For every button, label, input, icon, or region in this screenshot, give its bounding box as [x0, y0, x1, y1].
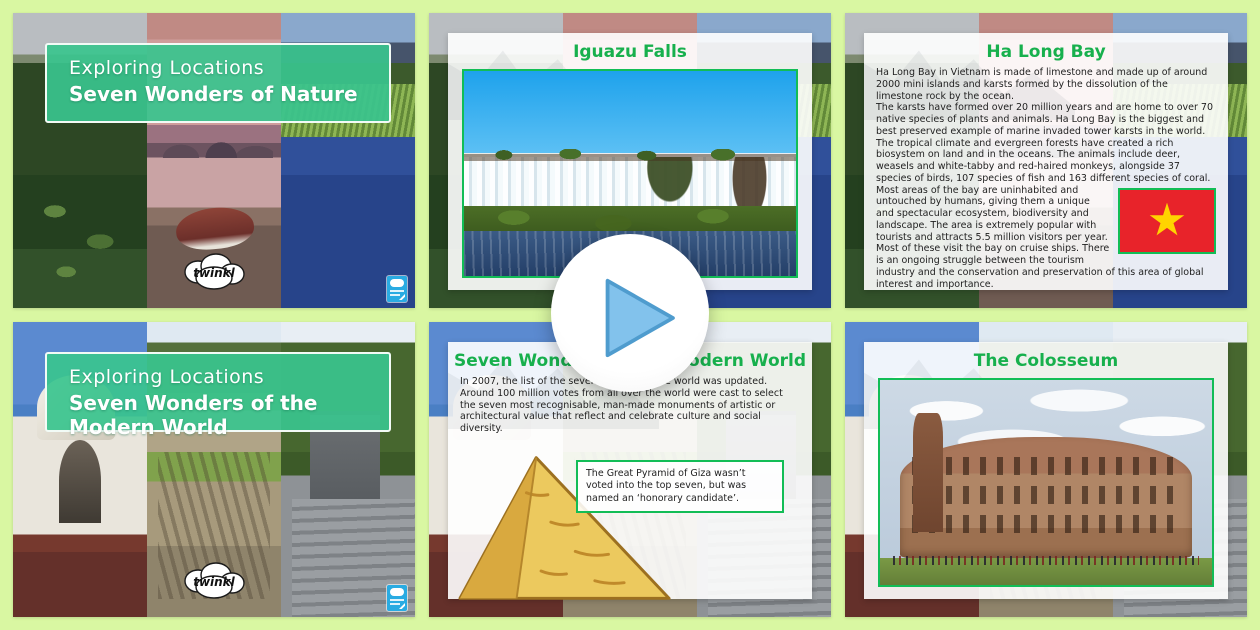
- slide-title: Ha Long Bay: [864, 42, 1228, 62]
- twinkl-cloud-logo: twinkl: [178, 250, 250, 294]
- title-banner: Exploring Locations Seven Wonders of Nat…: [45, 43, 391, 123]
- twinkl-logo-text: twinkl: [193, 266, 235, 280]
- slide-thumbnail-colosseum: The Colosseum: [845, 322, 1247, 617]
- resource-preview-canvas: Exploring Locations Seven Wonders of Nat…: [0, 0, 1260, 630]
- boat-shape: [175, 204, 257, 253]
- paragraph: The karsts have formed over 20 million y…: [876, 102, 1216, 137]
- paragraph: Ha Long Bay in Vietnam is made of limest…: [876, 67, 1216, 102]
- tourist-crowd: [893, 556, 1198, 564]
- slide-title: The Colosseum: [864, 351, 1228, 371]
- play-icon: [603, 276, 679, 360]
- banner-eyebrow: Exploring Locations: [69, 366, 389, 388]
- slide-thumbnail-modern-title: Exploring Locations Seven Wonders of the…: [13, 322, 415, 617]
- colosseum-photo: [880, 380, 1212, 585]
- title-banner: Exploring Locations Seven Wonders of the…: [45, 352, 391, 432]
- play-button[interactable]: [551, 234, 709, 392]
- star-icon: [1149, 203, 1185, 239]
- slide-card: Ha Long Bay Ha Long Bay in Vietnam is ma…: [864, 33, 1228, 290]
- slide-title: Iguazu Falls: [448, 42, 812, 62]
- slide-card: The Colosseum: [864, 342, 1228, 599]
- slide-thumbnail-nature-title: Exploring Locations Seven Wonders of Nat…: [13, 13, 415, 308]
- twinkl-cloud-logo: twinkl: [178, 559, 250, 603]
- twinkl-badge-icon: [387, 276, 407, 302]
- slide-body-text: Ha Long Bay in Vietnam is made of limest…: [864, 62, 1228, 291]
- arch-shape: [59, 440, 102, 523]
- banner-title: Seven Wonders of the Modern World: [69, 391, 389, 439]
- paragraph: The tropical climate and evergreen fores…: [876, 138, 1216, 185]
- slide-thumbnail-ha-long-bay: Ha Long Bay Ha Long Bay in Vietnam is ma…: [845, 13, 1247, 308]
- photo-frame: [878, 378, 1214, 587]
- banner-title: Seven Wonders of Nature: [69, 82, 389, 106]
- vietnam-flag: [1118, 188, 1216, 254]
- twinkl-badge-icon: [387, 585, 407, 611]
- paragraph-with-flag: Most areas of the bay are uninhabited an…: [876, 185, 1216, 291]
- giza-callout-box: The Great Pyramid of Giza wasn’t voted i…: [576, 460, 784, 513]
- banner-eyebrow: Exploring Locations: [69, 57, 389, 79]
- twinkl-logo-text: twinkl: [193, 575, 235, 589]
